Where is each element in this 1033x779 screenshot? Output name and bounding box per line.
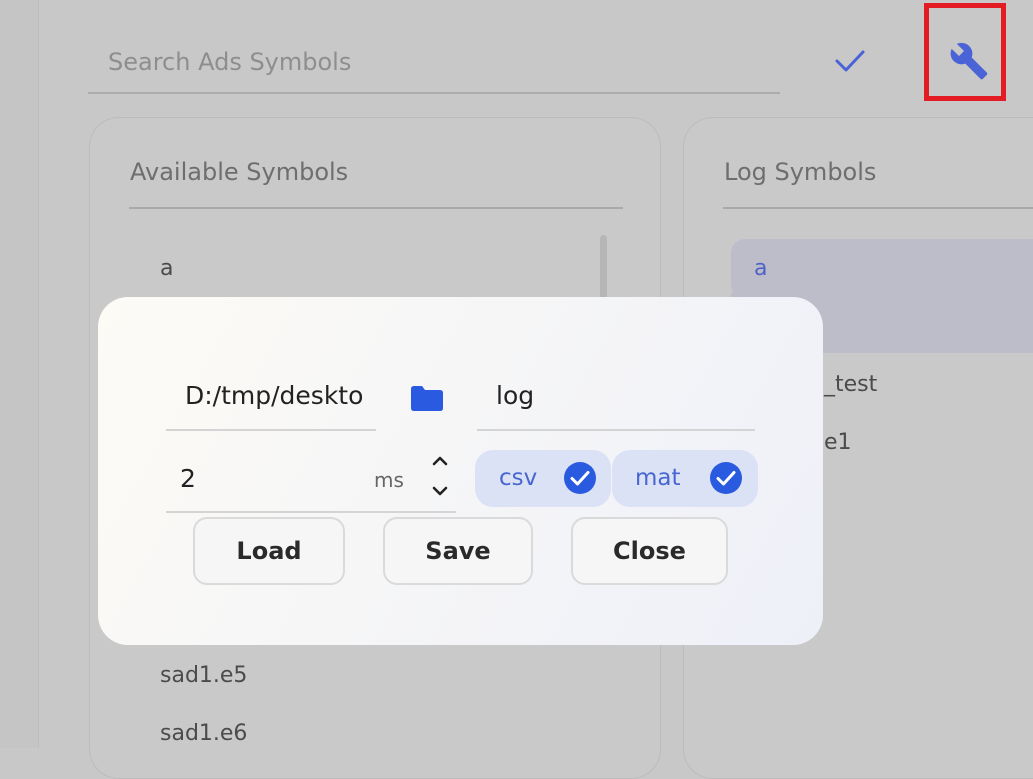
- format-label: mat: [635, 465, 681, 491]
- list-item[interactable]: a: [160, 256, 173, 281]
- format-csv-toggle[interactable]: csv: [475, 450, 611, 507]
- interval-unit: ms: [374, 468, 404, 492]
- check-circle-icon: [710, 462, 742, 494]
- log-name-value: log: [496, 381, 535, 410]
- list-item[interactable]: sad1.e5: [160, 663, 247, 688]
- interval-field[interactable]: 2: [166, 447, 456, 513]
- log-name-field[interactable]: log: [477, 363, 755, 431]
- list-item[interactable]: sad1.e6: [160, 721, 247, 746]
- list-item[interactable]: _test: [824, 372, 877, 397]
- interval-spinner[interactable]: [428, 453, 452, 499]
- list-item[interactable]: e1: [824, 430, 852, 455]
- folder-icon: [411, 386, 443, 411]
- selected-row-highlight: [731, 239, 1033, 299]
- close-button[interactable]: Close: [571, 517, 728, 585]
- load-button[interactable]: Load: [193, 517, 345, 585]
- log-path-field[interactable]: D:/tmp/desktop: [166, 363, 376, 431]
- check-circle-icon: [564, 462, 596, 494]
- format-mat-toggle[interactable]: mat: [612, 450, 758, 507]
- wrench-icon: [950, 42, 988, 80]
- available-symbols-title: Available Symbols: [130, 158, 349, 186]
- check-icon: [835, 50, 865, 72]
- browse-folder-button[interactable]: [410, 383, 444, 413]
- spinner-arrows-icon: [432, 456, 448, 496]
- log-path-value: D:/tmp/desktop: [185, 381, 365, 410]
- log-symbols-title: Log Symbols: [724, 158, 877, 186]
- symbol-search: [88, 40, 780, 94]
- search-input[interactable]: [106, 44, 710, 80]
- left-edge-strip: [0, 0, 39, 748]
- divider: [129, 207, 623, 209]
- divider: [723, 207, 1033, 209]
- save-button[interactable]: Save: [383, 517, 533, 585]
- logging-settings-dialog: D:/tmp/desktop log 2 ms csv mat Load Sav…: [98, 297, 823, 645]
- interval-value: 2: [180, 464, 196, 493]
- settings-wrench-button[interactable]: [924, 3, 1006, 101]
- list-item[interactable]: a: [754, 256, 767, 281]
- confirm-button[interactable]: [830, 44, 870, 78]
- format-label: csv: [499, 465, 538, 491]
